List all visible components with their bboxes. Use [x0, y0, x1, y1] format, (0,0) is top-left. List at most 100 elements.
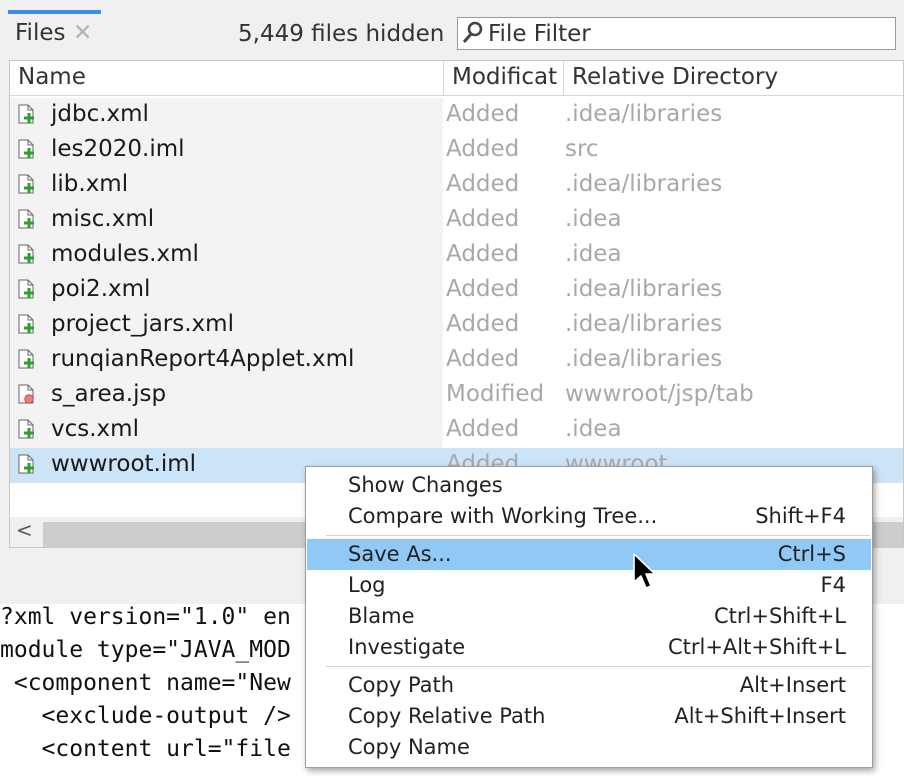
- column-header-name[interactable]: Name ^: [10, 61, 444, 96]
- menu-item-shortcut: Shift+F4: [755, 504, 846, 528]
- modification-status: Added: [446, 206, 520, 232]
- sort-ascending-icon: ^: [220, 60, 236, 72]
- modification-status: Added: [446, 311, 520, 337]
- header-divider: [10, 95, 903, 96]
- column-header-modification-label: Modificat: [452, 64, 558, 90]
- menu-item-shortcut: Alt+Insert: [739, 673, 846, 697]
- menu-item-compare-with-working-tree[interactable]: Compare with Working Tree... Shift+F4: [307, 501, 871, 532]
- column-header-name-label: Name: [18, 64, 86, 90]
- code-line: <exclude-output />: [0, 703, 291, 729]
- table-row[interactable]: jdbc.xml Added .idea/libraries: [10, 98, 903, 133]
- table-row[interactable]: s_area.jsp Modified wwwroot/jsp/tab: [10, 378, 903, 413]
- table-row[interactable]: runqianReport4Applet.xml Added .idea/libra…: [10, 343, 903, 378]
- file-name: runqianReport4Applet.xml: [51, 346, 355, 372]
- file-added-icon: [18, 139, 34, 159]
- menu-item-label: Blame: [348, 604, 415, 628]
- code-line: <component name="New: [0, 670, 291, 696]
- table-row[interactable]: modules.xml Added .idea: [10, 238, 903, 273]
- table-row[interactable]: vcs.xml Added .idea: [10, 413, 903, 448]
- mouse-cursor-icon: [633, 553, 656, 589]
- relative-directory: .idea/libraries: [565, 171, 723, 197]
- menu-item-label: Compare with Working Tree...: [348, 504, 658, 528]
- relative-directory: .idea/libraries: [565, 276, 723, 302]
- modification-status: Added: [446, 136, 520, 162]
- menu-item-shortcut: Ctrl+Shift+L: [714, 604, 846, 628]
- modification-status: Added: [446, 241, 520, 267]
- file-name: les2020.iml: [51, 136, 185, 162]
- context-menu: Show Changes Compare with Working Tree...…: [305, 466, 873, 768]
- file-name: misc.xml: [51, 206, 155, 232]
- menu-item-label: Copy Relative Path: [348, 704, 546, 728]
- table-row[interactable]: lib.xml Added .idea/libraries: [10, 168, 903, 203]
- file-added-icon: [18, 314, 34, 334]
- menu-item-label: Show Changes: [348, 473, 503, 497]
- modification-status: Added: [446, 276, 520, 302]
- menu-item-label: Copy Name: [348, 735, 470, 759]
- scroll-left-arrow-icon[interactable]: <: [16, 518, 33, 542]
- menu-item-save-as[interactable]: Save As... Ctrl+S: [307, 539, 871, 570]
- file-added-icon: [18, 104, 34, 124]
- menu-item-label: Copy Path: [348, 673, 455, 697]
- menu-item-blame[interactable]: Blame Ctrl+Shift+L: [307, 601, 871, 632]
- file-modified-icon: [18, 384, 34, 404]
- menu-item-label: Log: [348, 573, 386, 597]
- relative-directory: wwwroot/jsp/tab: [565, 381, 754, 407]
- table-row[interactable]: les2020.iml Added src: [10, 133, 903, 168]
- menu-item-shortcut: Ctrl+S: [777, 542, 846, 566]
- menu-item-copy-name[interactable]: Copy Name: [307, 732, 871, 763]
- table-row[interactable]: poi2.xml Added .idea/libraries: [10, 273, 903, 308]
- file-name: project_jars.xml: [51, 311, 234, 337]
- column-header-modification[interactable]: Modificat: [444, 61, 564, 96]
- modification-status: Added: [446, 416, 520, 442]
- menu-item-investigate[interactable]: Investigate Ctrl+Alt+Shift+L: [307, 632, 871, 663]
- code-line: <content url="file: [0, 736, 291, 762]
- relative-directory: .idea: [565, 241, 622, 267]
- file-filter-field[interactable]: [457, 17, 896, 50]
- file-added-icon: [18, 244, 34, 264]
- file-added-icon: [18, 174, 34, 194]
- menu-item-label: Save As...: [348, 542, 452, 566]
- menu-item-log[interactable]: Log F4: [307, 570, 871, 601]
- table-row[interactable]: project_jars.xml Added .idea/libraries: [10, 308, 903, 343]
- file-added-icon: [18, 349, 34, 369]
- relative-directory: .idea: [565, 416, 622, 442]
- hidden-files-count: 5,449 files hidden: [238, 21, 445, 47]
- menu-item-label: Investigate: [348, 635, 466, 659]
- file-added-icon: [18, 209, 34, 229]
- menu-item-copy-path[interactable]: Copy Path Alt+Insert: [307, 670, 871, 701]
- menu-item-shortcut: Ctrl+Alt+Shift+L: [667, 635, 846, 659]
- relative-directory: .idea/libraries: [565, 346, 723, 372]
- modification-status: Added: [446, 171, 520, 197]
- file-name: modules.xml: [51, 241, 199, 267]
- code-line: ?xml version="1.0" en: [0, 604, 291, 630]
- modification-status: Added: [446, 101, 520, 127]
- menu-item-shortcut: Alt+Shift+Insert: [674, 704, 846, 728]
- menu-separator: [326, 666, 870, 667]
- column-header-relative-directory[interactable]: Relative Directory: [564, 61, 903, 96]
- file-filter-input[interactable]: [488, 20, 888, 47]
- menu-separator: [326, 535, 870, 536]
- modification-status: Modified: [446, 381, 545, 407]
- menu-item-shortcut: F4: [820, 573, 846, 597]
- menu-item-show-changes[interactable]: Show Changes: [307, 470, 871, 501]
- file-added-icon: [18, 419, 34, 439]
- modification-status: Added: [446, 346, 520, 372]
- tab-files-label: Files: [15, 20, 66, 46]
- file-name: s_area.jsp: [51, 381, 167, 407]
- close-icon[interactable]: ✕: [73, 20, 92, 46]
- relative-directory: .idea/libraries: [565, 311, 723, 337]
- relative-directory: src: [565, 136, 599, 162]
- file-added-icon: [18, 279, 34, 299]
- file-name: lib.xml: [51, 171, 129, 197]
- file-added-icon: [18, 454, 34, 474]
- relative-directory: .idea: [565, 206, 622, 232]
- relative-directory: .idea/libraries: [565, 101, 723, 127]
- file-name: wwwroot.iml: [51, 451, 197, 477]
- menu-item-copy-relative-path[interactable]: Copy Relative Path Alt+Shift+Insert: [307, 701, 871, 732]
- file-name: vcs.xml: [51, 416, 139, 442]
- search-icon: [462, 21, 484, 51]
- column-header-relative-directory-label: Relative Directory: [572, 64, 779, 90]
- table-row[interactable]: misc.xml Added .idea: [10, 203, 903, 238]
- file-name: jdbc.xml: [51, 101, 149, 127]
- file-name: poi2.xml: [51, 276, 151, 302]
